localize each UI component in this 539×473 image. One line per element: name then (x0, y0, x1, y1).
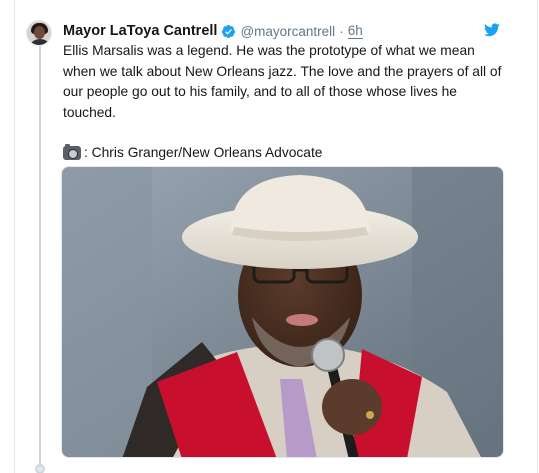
twitter-bird-icon[interactable] (484, 23, 500, 37)
verified-badge-icon (222, 24, 236, 38)
photo-credit-line: : Chris Granger/New Orleans Advocate (63, 143, 503, 164)
photo-image (62, 167, 503, 457)
tweet-header: Mayor LaToya Cantrell @mayorcantrell · 6… (63, 22, 363, 40)
thread-next-avatar (35, 464, 45, 473)
author-name[interactable]: Mayor LaToya Cantrell (63, 23, 217, 39)
thread-connector-line (39, 46, 41, 466)
author-avatar[interactable] (26, 20, 52, 46)
photo-credit: : Chris Granger/New Orleans Advocate (84, 145, 323, 160)
tweet-text: Ellis Marsalis was a legend. He was the … (63, 41, 503, 164)
tweet-timestamp[interactable]: 6h (347, 23, 363, 39)
header-separator: · (339, 23, 344, 39)
author-handle[interactable]: @mayorcantrell (240, 24, 335, 39)
tweet-photo[interactable] (61, 166, 504, 458)
camera-icon (63, 144, 81, 161)
tweet-body: Ellis Marsalis was a legend. He was the … (63, 43, 502, 120)
